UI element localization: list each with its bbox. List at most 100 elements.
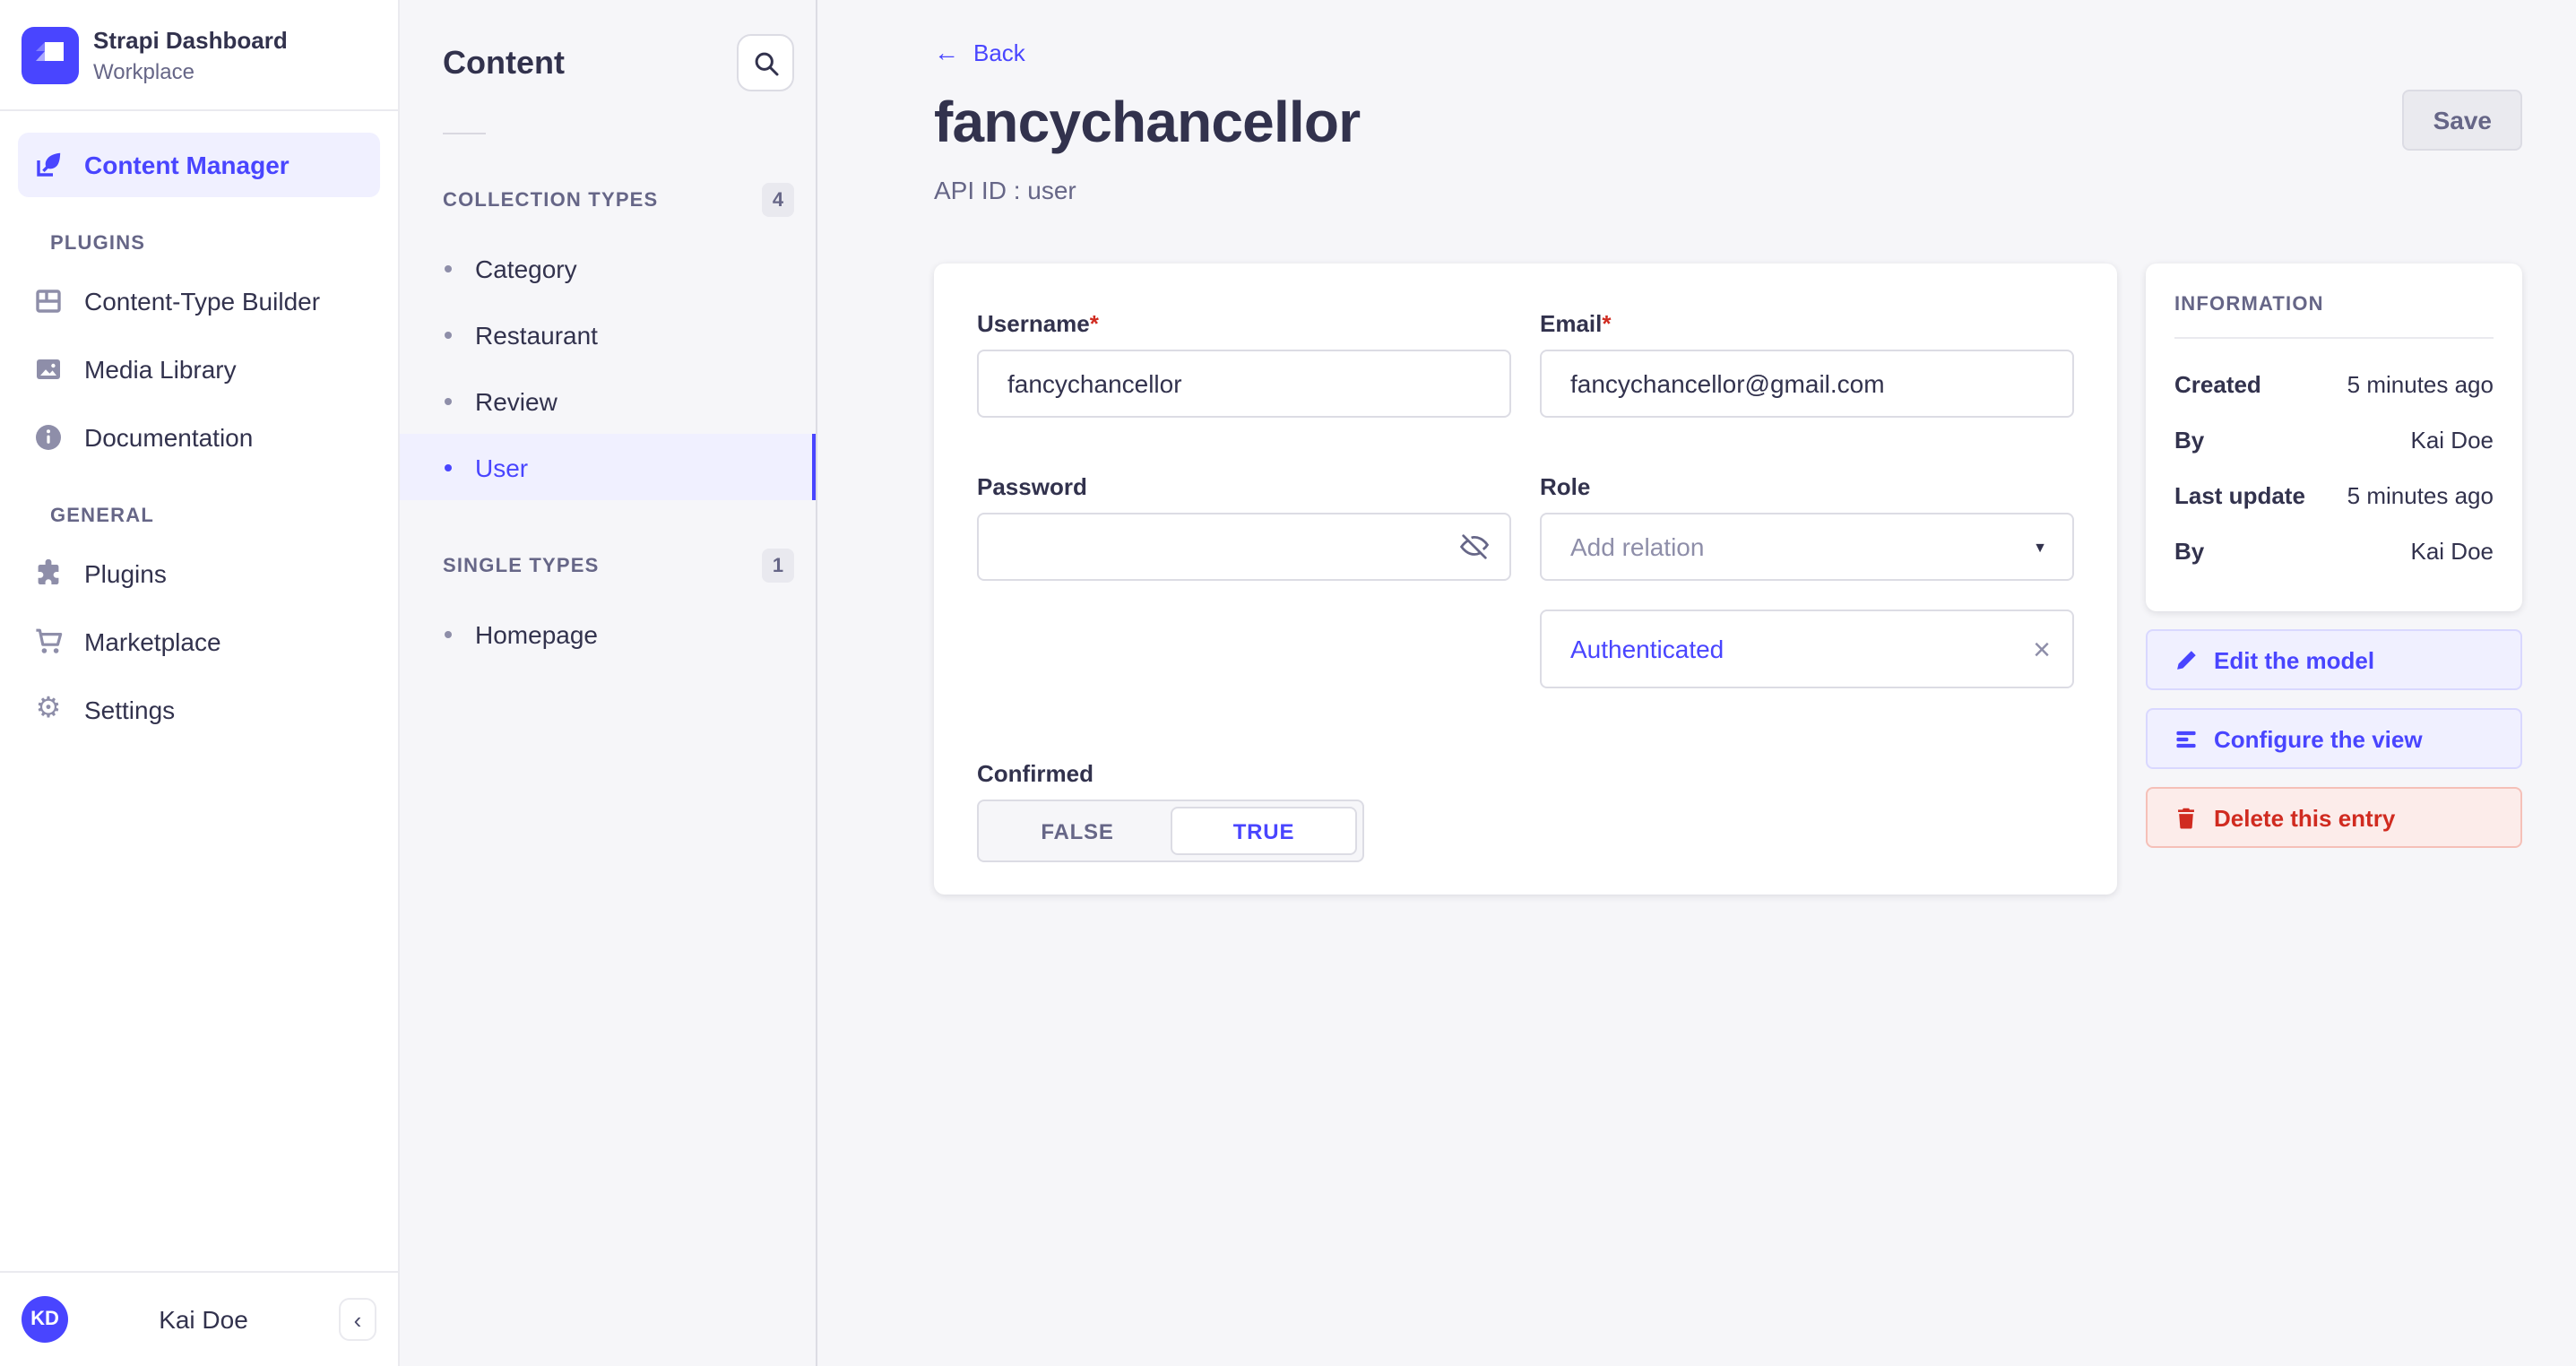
page-subtitle: API ID : user bbox=[934, 176, 1360, 204]
role-field: Role Add relation ▼ Authenticated × bbox=[1540, 473, 2074, 688]
subnav-item-label: Restaurant bbox=[475, 320, 598, 349]
info-row-created-by: By Kai Doe bbox=[2174, 427, 2494, 454]
confirmed-label: Confirmed bbox=[977, 760, 2074, 787]
sidebar-item-content-type-builder[interactable]: Content-Type Builder bbox=[18, 269, 380, 333]
role-select[interactable]: Add relation ▼ bbox=[1540, 513, 2074, 581]
username-label: Username* bbox=[977, 310, 1511, 337]
password-label: Password bbox=[977, 473, 1511, 500]
bullet-icon bbox=[445, 264, 452, 272]
password-field: Password bbox=[977, 473, 1511, 688]
role-relation-item: Authenticated × bbox=[1540, 610, 2074, 688]
pencil-icon bbox=[2174, 648, 2198, 671]
delete-entry-button[interactable]: Delete this entry bbox=[2146, 787, 2522, 848]
sidebar: Strapi Dashboard Workplace Content Manag… bbox=[0, 0, 400, 1366]
remove-relation-button[interactable]: × bbox=[2033, 634, 2051, 664]
cart-icon bbox=[32, 627, 65, 656]
subnav-item-label: Review bbox=[475, 386, 558, 415]
sidebar-nav: Content Manager PLUGINS Content-Type Bui… bbox=[0, 111, 398, 767]
brand-title: Strapi Dashboard bbox=[93, 27, 288, 54]
search-icon bbox=[752, 49, 779, 76]
app: Strapi Dashboard Workplace Content Manag… bbox=[0, 0, 2576, 1366]
username-field: Username* bbox=[977, 310, 1511, 418]
subnav-item-label: User bbox=[475, 453, 528, 481]
bullet-icon bbox=[445, 397, 452, 404]
sidebar-footer: KD Kai Doe ‹ bbox=[0, 1271, 398, 1366]
collapse-sidebar-button[interactable]: ‹ bbox=[339, 1298, 376, 1341]
toggle-password-visibility-button[interactable] bbox=[1459, 532, 1490, 562]
bullet-icon bbox=[445, 463, 452, 471]
content-subnav: Content COLLECTION TYPES 4 Category Rest… bbox=[400, 0, 817, 1366]
puzzle-icon bbox=[32, 559, 65, 588]
picture-icon bbox=[32, 355, 65, 384]
subnav-item-label: Category bbox=[475, 254, 577, 282]
information-title: INFORMATION bbox=[2174, 294, 2494, 316]
subnav-item-homepage[interactable]: Homepage bbox=[400, 601, 816, 667]
confirmed-false-option[interactable]: FALSE bbox=[984, 807, 1171, 855]
confirmed-true-option[interactable]: TRUE bbox=[1171, 807, 1357, 855]
right-rail: INFORMATION Created 5 minutes ago By Kai… bbox=[2146, 264, 2522, 848]
chevron-down-icon: ▼ bbox=[2033, 539, 2047, 555]
gear-icon: ⚙ bbox=[32, 696, 65, 724]
password-input[interactable] bbox=[977, 513, 1511, 581]
subnav-item-restaurant[interactable]: Restaurant bbox=[400, 301, 816, 367]
sidebar-item-marketplace[interactable]: Marketplace bbox=[18, 610, 380, 674]
sidebar-section-plugins: PLUGINS bbox=[50, 233, 380, 255]
sidebar-item-media-library[interactable]: Media Library bbox=[18, 337, 380, 402]
user-name: Kai Doe bbox=[68, 1305, 339, 1334]
single-types-count: 1 bbox=[762, 549, 794, 583]
email-input[interactable] bbox=[1540, 350, 2074, 418]
brand-subtitle: Workplace bbox=[93, 59, 288, 84]
sidebar-item-label: Plugins bbox=[84, 559, 167, 588]
subnav-item-label: Homepage bbox=[475, 619, 598, 648]
close-icon: × bbox=[2033, 632, 2051, 666]
configure-view-button[interactable]: Configure the view bbox=[2146, 708, 2522, 769]
eye-slash-icon bbox=[1459, 532, 1490, 562]
list-lines-icon bbox=[2174, 727, 2198, 750]
save-button[interactable]: Save bbox=[2403, 90, 2522, 151]
info-row-created: Created 5 minutes ago bbox=[2174, 371, 2494, 398]
bullet-icon bbox=[445, 630, 452, 637]
divider bbox=[2174, 337, 2494, 339]
trash-icon bbox=[2174, 806, 2198, 829]
subnav-title: Content bbox=[443, 44, 565, 82]
subnav-item-category[interactable]: Category bbox=[400, 235, 816, 301]
email-field: Email* bbox=[1540, 310, 2074, 418]
collection-types-count: 4 bbox=[762, 183, 794, 217]
relation-link[interactable]: Authenticated bbox=[1570, 635, 1724, 663]
bullet-icon bbox=[445, 331, 452, 338]
page-title: fancychancellor bbox=[934, 90, 1360, 156]
confirmed-toggle: FALSE TRUE bbox=[977, 800, 1364, 862]
divider bbox=[443, 133, 486, 134]
role-placeholder: Add relation bbox=[1570, 532, 1704, 561]
edit-model-button[interactable]: Edit the model bbox=[2146, 629, 2522, 690]
brand[interactable]: Strapi Dashboard Workplace bbox=[0, 0, 398, 109]
strapi-logo-icon bbox=[22, 27, 79, 84]
sidebar-item-label: Documentation bbox=[84, 423, 253, 452]
sidebar-item-content-manager[interactable]: Content Manager bbox=[18, 133, 380, 197]
entry-form-card: Username* Email* Password bbox=[934, 264, 2117, 895]
arrow-left-icon: ← bbox=[934, 39, 959, 65]
sidebar-item-settings[interactable]: ⚙ Settings bbox=[18, 678, 380, 742]
subnav-item-user[interactable]: User bbox=[400, 434, 816, 500]
back-label: Back bbox=[973, 39, 1025, 65]
required-asterisk: * bbox=[1090, 310, 1099, 337]
sidebar-item-documentation[interactable]: Documentation bbox=[18, 405, 380, 470]
confirmed-field: Confirmed FALSE TRUE bbox=[977, 760, 2074, 862]
email-label: Email* bbox=[1540, 310, 2074, 337]
username-input[interactable] bbox=[977, 350, 1511, 418]
information-panel: INFORMATION Created 5 minutes ago By Kai… bbox=[2146, 264, 2522, 611]
info-row-updated-by: By Kai Doe bbox=[2174, 538, 2494, 565]
required-asterisk: * bbox=[1602, 310, 1611, 337]
sidebar-item-label: Content-Type Builder bbox=[84, 287, 320, 316]
sidebar-item-label: Settings bbox=[84, 696, 175, 724]
info-icon bbox=[32, 423, 65, 452]
role-label: Role bbox=[1540, 473, 2074, 500]
info-row-last-update: Last update 5 minutes ago bbox=[2174, 482, 2494, 509]
sidebar-item-plugins[interactable]: Plugins bbox=[18, 541, 380, 606]
sidebar-item-label: Content Manager bbox=[84, 151, 290, 179]
back-link[interactable]: ← Back bbox=[934, 39, 1025, 65]
avatar[interactable]: KD bbox=[22, 1296, 68, 1343]
chevron-left-icon: ‹ bbox=[354, 1306, 362, 1333]
subnav-item-review[interactable]: Review bbox=[400, 367, 816, 434]
search-button[interactable] bbox=[737, 34, 794, 91]
